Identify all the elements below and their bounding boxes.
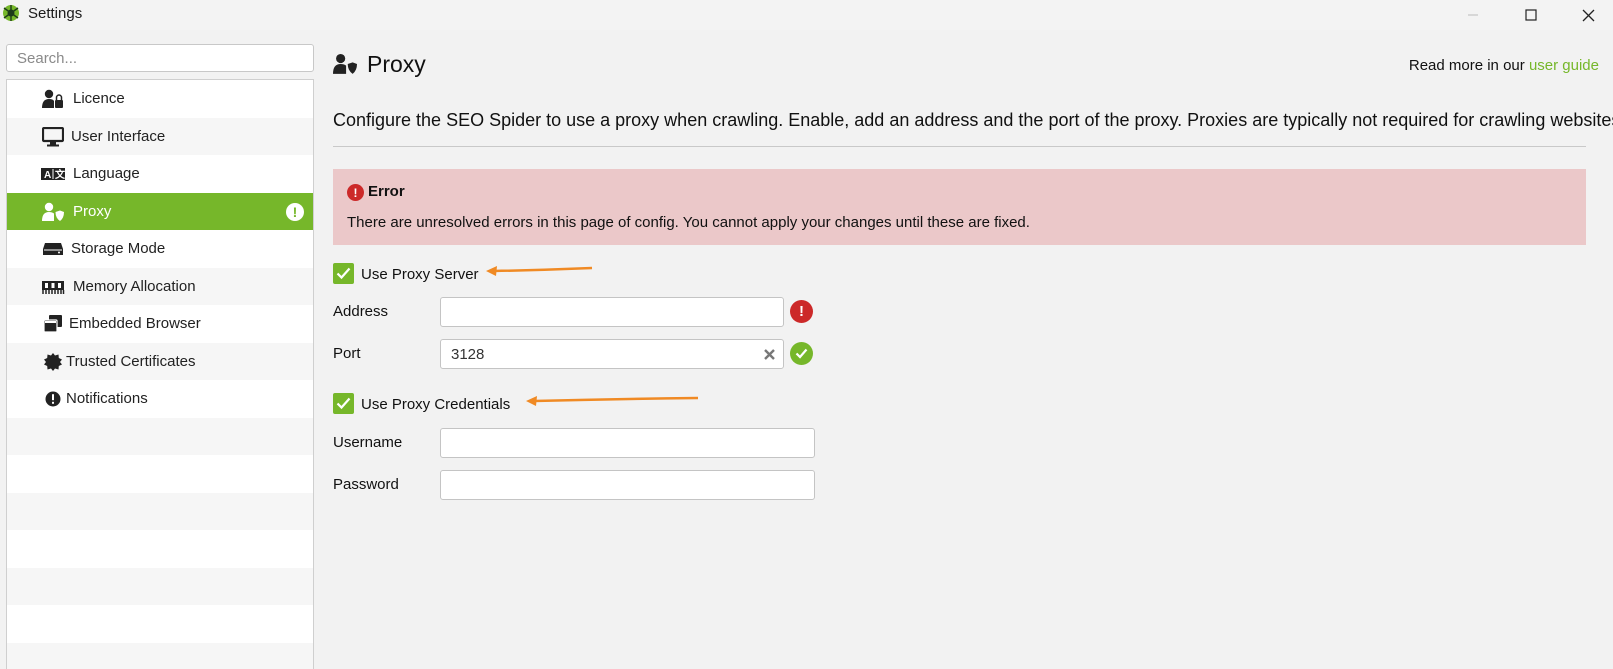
user-shield-icon	[41, 202, 65, 222]
maximize-button[interactable]	[1508, 0, 1554, 30]
sidebar-item-embedded-browser[interactable]: Embedded Browser	[7, 305, 313, 343]
sidebar-item-memory-allocation[interactable]: Memory Allocation	[7, 267, 313, 305]
check-icon	[336, 267, 351, 280]
language-icon: A 文	[41, 164, 65, 184]
sidebar-item-label: Notifications	[66, 390, 148, 407]
sidebar-item-user-interface[interactable]: User Interface	[7, 117, 313, 155]
windows-icon	[41, 314, 65, 334]
sidebar-empty-row	[7, 455, 313, 493]
use-proxy-server-checkbox[interactable]	[333, 263, 354, 284]
close-icon	[1582, 9, 1594, 21]
sidebar: Licence User Interface A 文 Language Prox…	[6, 79, 314, 669]
sidebar-empty-row	[7, 417, 313, 455]
password-field[interactable]	[440, 470, 815, 500]
port-field[interactable]	[440, 339, 784, 369]
page-title: Proxy	[367, 51, 426, 77]
sidebar-empty-row	[7, 605, 313, 643]
password-label: Password	[333, 476, 399, 493]
error-panel: ! Error There are unresolved errors in t…	[333, 169, 1586, 245]
sidebar-item-label: Licence	[73, 90, 125, 107]
divider	[333, 146, 1586, 147]
error-icon: !	[790, 300, 813, 323]
sidebar-item-storage-mode[interactable]: Storage Mode	[7, 230, 313, 268]
sidebar-item-label: Proxy	[73, 202, 112, 220]
use-proxy-credentials-label: Use Proxy Credentials	[361, 396, 511, 413]
minimize-button[interactable]	[1450, 0, 1496, 30]
sidebar-item-label: Memory Allocation	[73, 277, 196, 295]
sidebar-empty-row	[7, 567, 313, 605]
clear-icon[interactable]	[761, 346, 777, 362]
error-icon: !	[347, 184, 364, 201]
warning-badge-icon: !	[286, 202, 304, 221]
port-label: Port	[333, 345, 361, 362]
annotation-arrow-icon	[486, 266, 593, 276]
sidebar-item-label: Storage Mode	[71, 240, 166, 257]
sidebar-item-language[interactable]: A 文 Language	[7, 155, 313, 193]
error-title: Error	[368, 183, 405, 200]
use-proxy-credentials-checkbox[interactable]	[333, 393, 354, 414]
error-message: There are unresolved errors in this page…	[347, 214, 1030, 231]
read-more-text: Read more in our user guide	[1409, 57, 1599, 74]
sidebar-item-notifications[interactable]: Notifications	[7, 380, 313, 418]
sidebar-empty-row	[7, 530, 313, 568]
search-input[interactable]	[6, 44, 314, 72]
valid-check-icon	[790, 342, 813, 365]
check-icon	[336, 397, 351, 410]
sidebar-empty-row	[7, 492, 313, 530]
sidebar-item-label: Language	[73, 165, 140, 182]
user-lock-icon	[41, 89, 65, 109]
sidebar-item-proxy[interactable]: Proxy !	[7, 192, 313, 230]
monitor-icon	[41, 126, 65, 147]
window-title: Settings	[28, 5, 83, 22]
sidebar-item-licence[interactable]: Licence	[7, 80, 313, 118]
sidebar-item-label: Embedded Browser	[69, 315, 201, 332]
address-field[interactable]	[440, 297, 784, 327]
username-label: Username	[333, 434, 403, 451]
certificate-icon	[41, 352, 65, 372]
username-field[interactable]	[440, 428, 815, 458]
sidebar-item-trusted-certificates[interactable]: Trusted Certificates	[7, 342, 313, 380]
svg-text:A: A	[44, 170, 51, 181]
memory-icon	[41, 277, 65, 297]
sidebar-empty-row	[7, 642, 313, 669]
use-proxy-server-label: Use Proxy Server	[361, 266, 479, 283]
hard-drive-icon	[41, 239, 65, 259]
svg-text:文: 文	[55, 168, 65, 181]
spider-logo-icon	[2, 4, 20, 22]
page-description: Configure the SEO Spider to use a proxy …	[333, 110, 1613, 130]
user-guide-link[interactable]: user guide	[1529, 57, 1599, 74]
sidebar-item-label: User Interface	[71, 127, 166, 145]
minimize-icon	[1468, 14, 1478, 16]
annotation-arrow-icon	[526, 396, 699, 406]
title-bar: Settings	[0, 0, 1613, 30]
user-shield-icon	[333, 53, 357, 80]
maximize-icon	[1525, 9, 1537, 21]
address-label: Address	[333, 303, 389, 320]
close-button[interactable]	[1565, 0, 1611, 30]
exclamation-circle-icon	[41, 389, 65, 409]
sidebar-item-label: Trusted Certificates	[66, 352, 196, 370]
read-more-prefix: Read more in our	[1408, 57, 1525, 74]
